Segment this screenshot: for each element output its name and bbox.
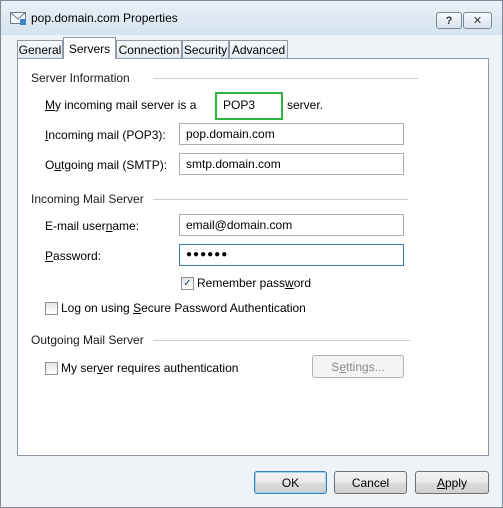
close-button[interactable]: ✕: [463, 12, 492, 29]
close-icon: ✕: [472, 15, 483, 27]
mail-account-icon: [10, 12, 26, 25]
server-info-heading: Server Information: [31, 71, 130, 85]
window-title: pop.domain.com Properties: [31, 11, 178, 25]
incoming-server-heading: Incoming Mail Server: [31, 192, 144, 206]
title-bar[interactable]: pop.domain.com Properties ? ✕: [1, 1, 502, 35]
outgoing-mail-input[interactable]: smtp.domain.com: [179, 153, 404, 175]
tab-advanced[interactable]: Advanced: [229, 40, 288, 58]
tab-security[interactable]: Security: [182, 40, 229, 58]
username-input[interactable]: email@domain.com: [179, 214, 404, 236]
tab-connection[interactable]: Connection: [116, 40, 182, 58]
outgoing-server-heading: Outgoing Mail Server: [31, 333, 144, 347]
cancel-button[interactable]: Cancel: [334, 471, 407, 494]
username-label: E-mail username:: [45, 219, 140, 233]
password-label: Password:: [45, 249, 102, 263]
smtp-auth-label[interactable]: My server requires authentication: [61, 361, 238, 375]
apply-button[interactable]: Apply: [415, 471, 489, 494]
incoming-type-label: My incoming mail server is a: [45, 98, 197, 112]
ok-button[interactable]: OK: [254, 471, 327, 494]
spa-label[interactable]: Log on using Secure Password Authenticat…: [61, 301, 306, 315]
properties-dialog: pop.domain.com Properties ? ✕ General Se…: [0, 0, 503, 508]
group-divider: [153, 78, 418, 79]
remember-password-checkbox[interactable]: ✓: [181, 277, 194, 290]
group-divider: [153, 340, 410, 341]
checkmark-icon: ✓: [183, 278, 192, 289]
settings-button[interactable]: Se ttings...: [312, 355, 404, 378]
password-input[interactable]: ●●●●●●: [179, 244, 404, 266]
group-divider: [153, 199, 408, 200]
smtp-auth-checkbox[interactable]: [45, 362, 58, 375]
tab-servers[interactable]: Servers: [63, 37, 116, 59]
help-button[interactable]: ?: [436, 12, 462, 29]
outgoing-mail-label: Outgoing mail (SMTP):: [45, 158, 168, 172]
incoming-server-type-value: POP3: [215, 92, 283, 120]
incoming-mail-input[interactable]: pop.domain.com: [179, 123, 404, 145]
tab-general[interactable]: General: [17, 40, 63, 58]
help-icon: ?: [445, 14, 453, 27]
remember-password-label[interactable]: Remember password: [197, 276, 311, 290]
incoming-mail-label: Incoming mail (POP3):: [45, 128, 166, 142]
spa-checkbox[interactable]: [45, 302, 58, 315]
server-suffix-label: server.: [287, 98, 324, 112]
